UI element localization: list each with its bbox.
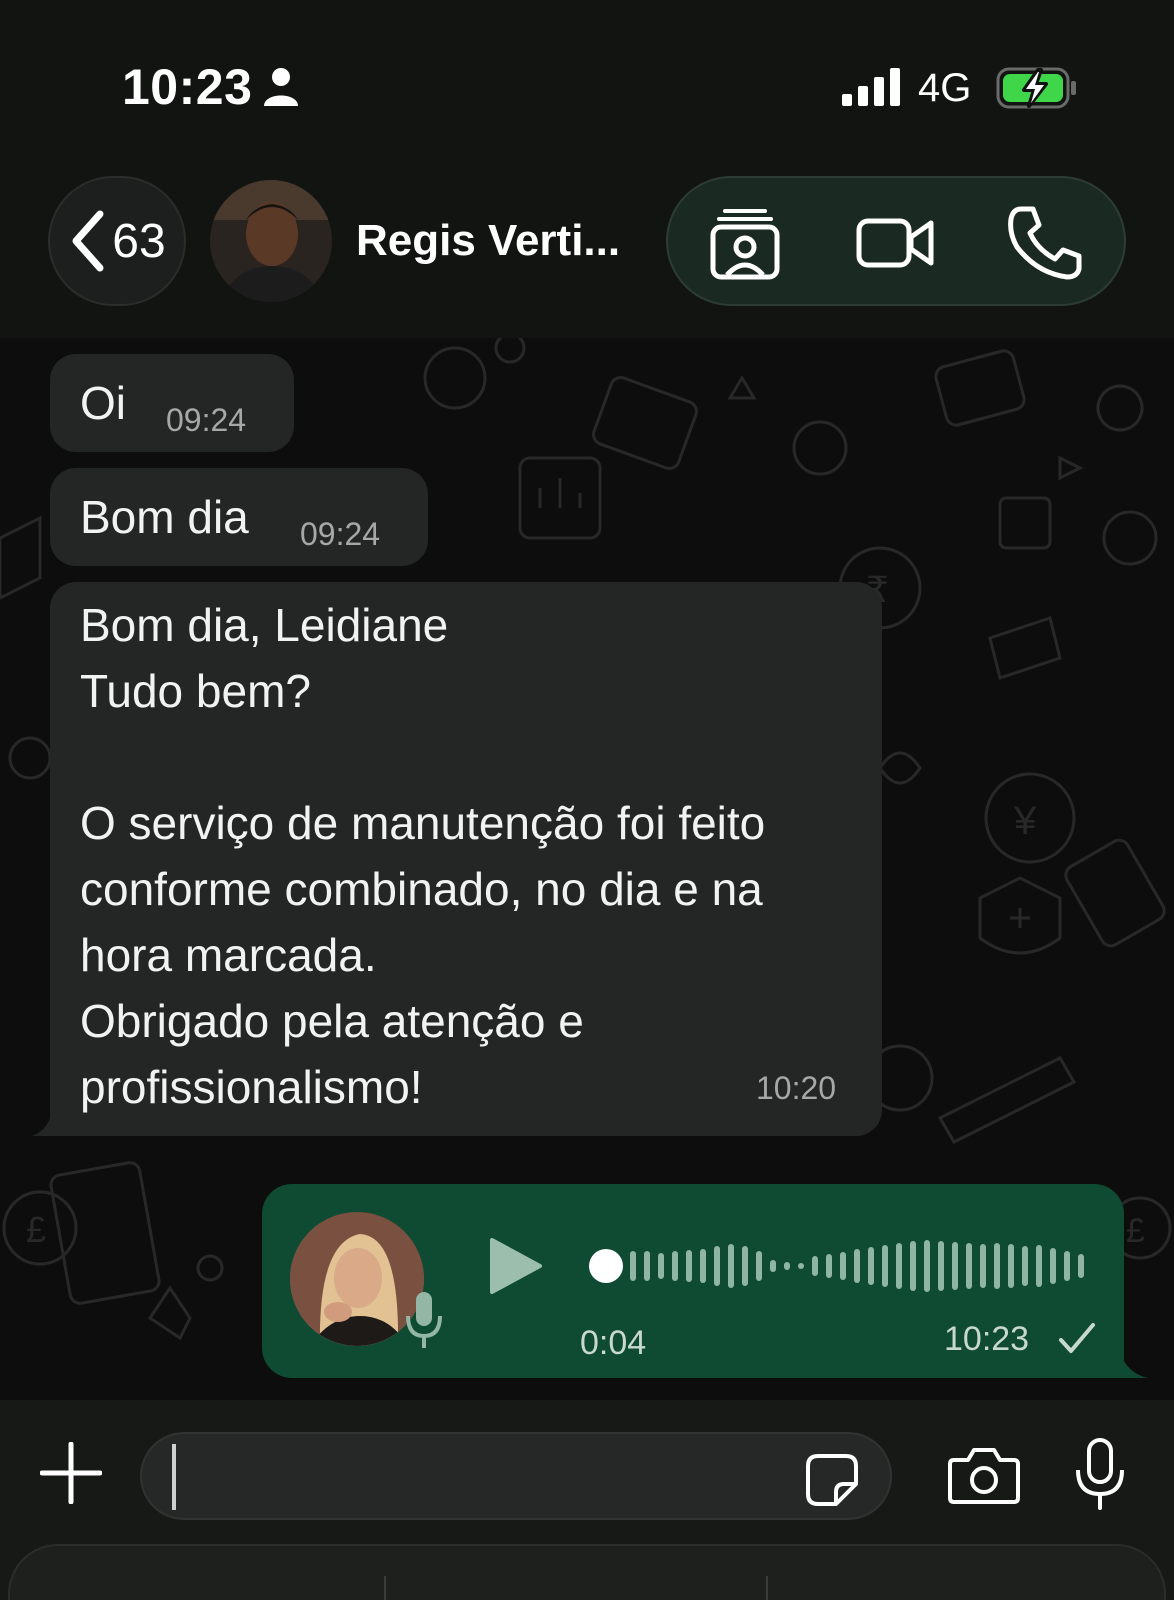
waveform-bar bbox=[756, 1251, 762, 1281]
bottom-sheet bbox=[0, 1520, 1174, 1600]
message-input[interactable] bbox=[140, 1432, 892, 1520]
waveform-bar bbox=[714, 1246, 720, 1286]
video-call-button[interactable] bbox=[852, 200, 938, 286]
waveform-bar bbox=[1050, 1248, 1056, 1284]
waveform-bar bbox=[1078, 1254, 1084, 1278]
contact-avatar[interactable] bbox=[210, 180, 332, 302]
chevron-left-icon bbox=[72, 210, 104, 272]
waveform-bar bbox=[812, 1256, 818, 1276]
svg-text:£: £ bbox=[26, 1209, 46, 1250]
waveform-bar bbox=[686, 1250, 692, 1282]
status-bar: 10:23 4G bbox=[0, 0, 1174, 150]
plus-icon[interactable] bbox=[40, 1442, 102, 1504]
message-time: 09:24 bbox=[166, 402, 247, 438]
waveform-bar bbox=[1008, 1244, 1014, 1288]
header-actions bbox=[666, 176, 1126, 306]
text-caret bbox=[172, 1444, 176, 1510]
message-composer bbox=[0, 1400, 1174, 1520]
audio-waveform[interactable] bbox=[588, 1236, 1088, 1296]
waveform-bar bbox=[910, 1241, 916, 1291]
waveform-bar bbox=[1064, 1251, 1070, 1281]
outgoing-voice-message[interactable]: 0:04 10:23 bbox=[262, 1184, 1124, 1378]
divider bbox=[766, 1576, 768, 1600]
message-time: 10:20 bbox=[756, 1070, 837, 1106]
waveform-bar bbox=[952, 1242, 958, 1290]
contact-card-button[interactable] bbox=[702, 200, 788, 286]
microphone-icon[interactable] bbox=[1074, 1436, 1126, 1510]
chat-header: 63 Regis Verti... bbox=[0, 150, 1174, 338]
waveform-bar bbox=[742, 1246, 748, 1286]
waveform-bar bbox=[658, 1253, 664, 1279]
waveform-bar bbox=[826, 1254, 832, 1278]
bottom-panel[interactable] bbox=[8, 1544, 1166, 1600]
waveform-bar bbox=[924, 1240, 930, 1292]
waveform-bar bbox=[672, 1251, 678, 1281]
network-type: 4G bbox=[918, 66, 972, 110]
waveform-bar bbox=[938, 1241, 944, 1291]
waveform-bar bbox=[854, 1249, 860, 1283]
chat-area[interactable]: ₹ ¥ £ £ Oi 09:24 Bom dia 09:24 Bom dia, … bbox=[0, 338, 1174, 1400]
waveform-bar bbox=[1022, 1246, 1028, 1286]
message-text: Bom dia bbox=[80, 491, 249, 543]
video-call-icon bbox=[856, 218, 934, 268]
incoming-message[interactable]: Bom dia 09:24 bbox=[50, 468, 428, 566]
waveform-scrubber[interactable] bbox=[589, 1249, 623, 1283]
waveform-bar bbox=[784, 1262, 790, 1270]
contact-card-icon bbox=[710, 209, 780, 280]
divider bbox=[384, 1576, 386, 1600]
message-time: 09:24 bbox=[300, 516, 381, 552]
message-time: 10:23 bbox=[944, 1320, 1030, 1358]
waveform-bar bbox=[630, 1251, 636, 1281]
unread-count: 63 bbox=[112, 214, 166, 268]
sticker-icon[interactable] bbox=[804, 1452, 860, 1508]
incoming-message[interactable]: Oi 09:24 bbox=[50, 354, 294, 452]
incoming-message[interactable]: Bom dia, Leidiane Tudo bem? O serviço de… bbox=[50, 582, 882, 1136]
waveform-bar bbox=[896, 1243, 902, 1289]
waveform-bar bbox=[1036, 1245, 1042, 1287]
play-icon[interactable] bbox=[488, 1236, 544, 1296]
battery-charging-icon bbox=[996, 67, 1076, 109]
voice-duration: 0:04 bbox=[580, 1324, 647, 1362]
back-button[interactable]: 63 bbox=[48, 176, 186, 306]
person-icon bbox=[264, 68, 298, 106]
waveform-bar bbox=[798, 1263, 804, 1269]
sent-check-icon bbox=[1059, 1323, 1095, 1353]
svg-text:¥: ¥ bbox=[1013, 799, 1037, 843]
camera-icon[interactable] bbox=[948, 1444, 1020, 1504]
voice-call-button[interactable] bbox=[1002, 200, 1088, 286]
message-text: Oi bbox=[80, 377, 126, 429]
message-text: Bom dia, Leidiane Tudo bem? O serviço de… bbox=[80, 599, 766, 1113]
waveform-bar bbox=[840, 1252, 846, 1280]
microphone-icon bbox=[406, 1292, 442, 1348]
waveform-bar bbox=[644, 1251, 650, 1281]
status-time: 10:23 bbox=[122, 59, 253, 115]
contact-name[interactable]: Regis Verti... bbox=[356, 216, 620, 266]
avatar-photo bbox=[210, 180, 332, 302]
svg-text:£: £ bbox=[1126, 1212, 1145, 1250]
phone-icon bbox=[1008, 206, 1082, 280]
signal-icon bbox=[842, 68, 900, 106]
waveform-bar bbox=[980, 1244, 986, 1288]
waveform-bar bbox=[770, 1260, 776, 1272]
waveform-bar bbox=[728, 1244, 734, 1288]
waveform-bar bbox=[882, 1245, 888, 1287]
waveform-bar bbox=[700, 1249, 706, 1283]
waveform-bar bbox=[868, 1247, 874, 1285]
waveform-bar bbox=[994, 1243, 1000, 1289]
waveform-bar bbox=[966, 1243, 972, 1289]
